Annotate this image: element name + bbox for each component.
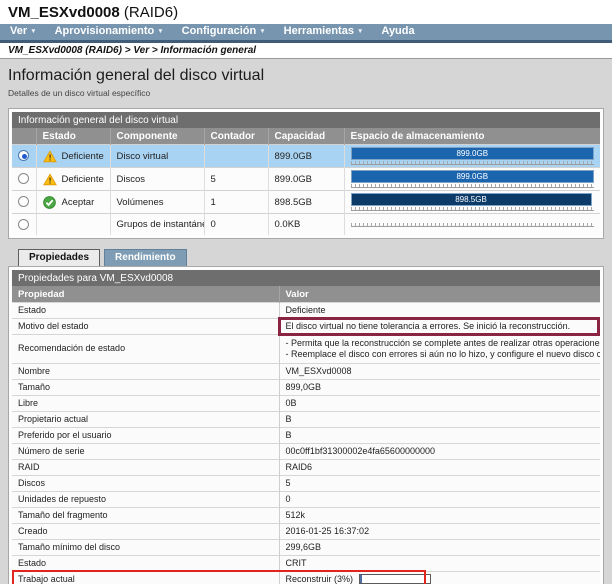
col-componente: Componente: [110, 128, 204, 145]
chevron-down-icon: ▼: [30, 28, 36, 35]
device-name: VM_ESXvd0008: [8, 4, 120, 21]
overview-table: Estado Componente Contador Capacidad Esp…: [12, 128, 600, 235]
col-contador: Contador: [204, 128, 268, 145]
prop-row-tamano: Tamaño 899,0GB: [12, 379, 600, 395]
breadcrumb: VM_ESXvd0008 (RAID6) > Ver > Información…: [0, 43, 612, 58]
prop-row-propietario: Propietario actual B: [12, 411, 600, 427]
overview-row-disco-virtual[interactable]: !Deficiente Disco virtual 899.0GB 899.0G…: [12, 145, 600, 168]
menu-ver[interactable]: Ver▼: [8, 25, 46, 39]
prop-row-numero-serie: Número de serie 00c0ff1bf31300002e4fa656…: [12, 443, 600, 459]
ruler: [351, 184, 595, 188]
prop-row-motivo: Motivo del estado El disco virtual no ti…: [12, 318, 600, 334]
prop-row-preferido: Preferido por el usuario B: [12, 427, 600, 443]
col-estado: Estado: [36, 128, 110, 145]
warning-icon: !: [43, 150, 57, 163]
ok-icon: [43, 196, 57, 209]
menu-configuracion[interactable]: Configuración▼: [173, 25, 275, 39]
col-propiedad: Propiedad: [12, 286, 279, 303]
overview-panel-title: Información general del disco virtual: [12, 112, 600, 128]
chevron-down-icon: ▼: [357, 28, 363, 35]
menu-aprovisionamiento[interactable]: Aprovisionamiento▼: [46, 25, 173, 39]
tab-propiedades[interactable]: Propiedades: [18, 249, 100, 266]
prop-row-estado: Estado Deficiente: [12, 302, 600, 318]
page-title: Información general del disco virtual: [8, 67, 604, 85]
radio-discos[interactable]: [18, 173, 29, 184]
recommendation-line: - Permita que la reconstrucción se compl…: [286, 338, 595, 349]
recommendation-line: - Reemplace el disco con errores si aún …: [286, 349, 595, 360]
chevron-down-icon: ▼: [157, 28, 163, 35]
prop-row-discos: Discos 5: [12, 475, 600, 491]
col-radio: [12, 128, 36, 145]
overview-row-discos[interactable]: !Deficiente Discos 5 899.0GB 899.0GB: [12, 168, 600, 191]
overview-panel: Información general del disco virtual Es…: [8, 108, 604, 239]
prop-row-creado: Creado 2016-01-25 16:37:02: [12, 523, 600, 539]
rebuild-progress-bar: [359, 574, 431, 584]
raid-level-label: (RAID6): [124, 4, 178, 21]
storage-bar: 899.0GB: [351, 147, 595, 165]
ruler: [351, 207, 595, 211]
tab-bar: Propiedades Rendimiento: [18, 249, 604, 266]
properties-table: Propiedad Valor Estado Deficiente Motivo…: [12, 286, 600, 584]
rebuild-job-label: Reconstruir (3%): [286, 574, 354, 584]
col-valor: Valor: [279, 286, 600, 303]
radio-grupos-instantaneas[interactable]: [18, 219, 29, 230]
radio-volumenes[interactable]: [18, 196, 29, 207]
menu-ayuda[interactable]: Ayuda: [372, 25, 423, 39]
prop-row-nombre: Nombre VM_ESXvd0008: [12, 363, 600, 379]
prop-row-repuesto: Unidades de repuesto 0: [12, 491, 600, 507]
col-espacio: Espacio de almacenamiento: [344, 128, 600, 145]
storage-bar-empty: [351, 223, 595, 227]
chevron-down-icon: ▼: [259, 28, 265, 35]
prop-row-fragmento: Tamaño del fragmento 512k: [12, 507, 600, 523]
rebuild-progress-fill: [360, 575, 362, 583]
ruler: [351, 161, 595, 165]
menu-bar: Ver▼ Aprovisionamiento▼ Configuración▼ H…: [0, 24, 612, 43]
storage-bar: 899.0GB: [351, 170, 595, 188]
properties-panel: Propiedades para VM_ESXvd0008 Propiedad …: [8, 266, 604, 584]
overview-row-grupos-instantaneas[interactable]: Grupos de instantáneas 0 0.0KB: [12, 214, 600, 235]
overview-row-volumenes[interactable]: Aceptar Volúmenes 1 898.5GB 898.5GB: [12, 191, 600, 214]
page-content: Información general del disco virtual De…: [0, 58, 612, 584]
warning-icon: !: [43, 173, 57, 186]
ruler: [351, 223, 595, 227]
properties-panel-title: Propiedades para VM_ESXvd0008: [12, 270, 600, 286]
prop-row-recomendacion: Recomendación de estado - Permita que la…: [12, 334, 600, 363]
page-subtitle: Detalles de un disco virtual específico: [8, 88, 604, 98]
tab-rendimiento[interactable]: Rendimiento: [104, 249, 187, 266]
svg-text:!: !: [48, 153, 51, 162]
col-capacidad: Capacidad: [268, 128, 344, 145]
window-title: VM_ESXvd0008 (RAID6): [0, 0, 612, 24]
svg-text:!: !: [48, 176, 51, 185]
menu-herramientas[interactable]: Herramientas▼: [275, 25, 373, 39]
prop-row-tamano-minimo: Tamaño mínimo del disco 299,6GB: [12, 539, 600, 555]
prop-row-trabajo-actual: Trabajo actual Reconstruir (3%): [12, 571, 600, 584]
prop-row-estado-crit: Estado CRIT: [12, 555, 600, 571]
radio-disco-virtual[interactable]: [18, 150, 29, 161]
prop-row-libre: Libre 0B: [12, 395, 600, 411]
prop-row-raid: RAID RAID6: [12, 459, 600, 475]
storage-bar: 898.5GB: [351, 193, 595, 211]
